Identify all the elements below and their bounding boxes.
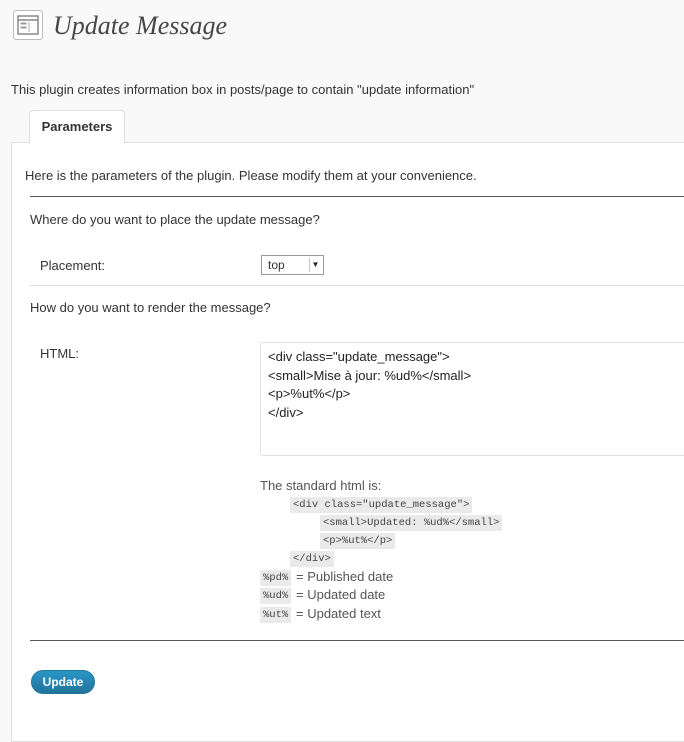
chevron-down-icon: ▼ [309,258,321,272]
render-question: How do you want to render the message? [30,300,271,315]
standard-html-line: <small>Updated: %ud%</small> [320,515,503,531]
page-layout-icon [13,10,43,40]
legend-code: %ut% [260,607,292,623]
standard-html-line: </div> [290,551,334,567]
placement-label: Placement: [40,258,106,273]
plugin-intro: This plugin creates information box in p… [11,82,475,97]
update-button[interactable]: Update [31,670,95,694]
legend-code: %pd% [260,570,292,586]
standard-html-line: <div class="update_message"> [290,497,473,513]
placement-select[interactable]: top ▼ [261,255,324,275]
legend-text: = Updated text [296,606,381,621]
divider [30,196,684,197]
html-label: HTML: [40,346,79,361]
standard-html-line: <p>%ut%</p> [320,533,396,549]
legend-code: %ud% [260,588,292,604]
page-title: Update Message [53,11,228,40]
standard-html-title: The standard html is: [260,478,382,493]
panel-description: Here is the parameters of the plugin. Pl… [25,168,477,183]
divider [30,640,684,641]
placement-question: Where do you want to place the update me… [30,212,320,227]
tab-parameters[interactable]: Parameters [29,110,125,143]
legend-text: = Published date [296,569,394,584]
html-template-textarea[interactable]: <div class="update_message"> <small>Mise… [260,342,684,456]
divider [30,285,684,286]
placement-selected-value: top [268,258,285,272]
legend-text: = Updated date [296,587,386,602]
